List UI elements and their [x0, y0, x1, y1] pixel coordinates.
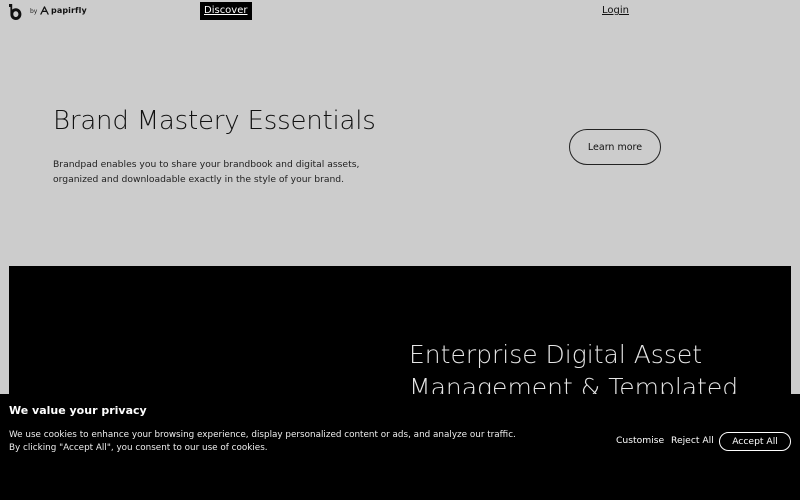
papirfly-icon [40, 6, 49, 15]
accept-all-button[interactable]: Accept All [719, 432, 791, 451]
by-label: by [30, 8, 38, 15]
nav-login-link[interactable]: Login [602, 4, 629, 18]
learn-more-button[interactable]: Learn more [569, 129, 661, 165]
cookie-title: We value your privacy [9, 404, 147, 417]
page: by papirfly Discover Login Brand Mastery… [0, 0, 800, 500]
top-nav: by papirfly Discover Login [0, 0, 800, 24]
hero-description: Brandpad enables you to share your brand… [53, 159, 360, 185]
hero-title: Brand Mastery Essentials [53, 106, 376, 136]
nav-discover-link[interactable]: Discover [200, 2, 252, 20]
partner-name: papirfly [51, 6, 87, 15]
papirfly-logo[interactable]: papirfly [40, 6, 87, 15]
enterprise-title-line-1: Enterprise Digital Asset [409, 340, 703, 369]
reject-all-button[interactable]: Reject All [671, 435, 714, 446]
cookie-text: We use cookies to enhance your browsing … [9, 430, 516, 453]
customise-button[interactable]: Customise [616, 435, 664, 446]
brandpad-logo-icon[interactable] [8, 4, 22, 20]
cookie-banner: We value your privacy We use cookies to … [0, 394, 800, 500]
